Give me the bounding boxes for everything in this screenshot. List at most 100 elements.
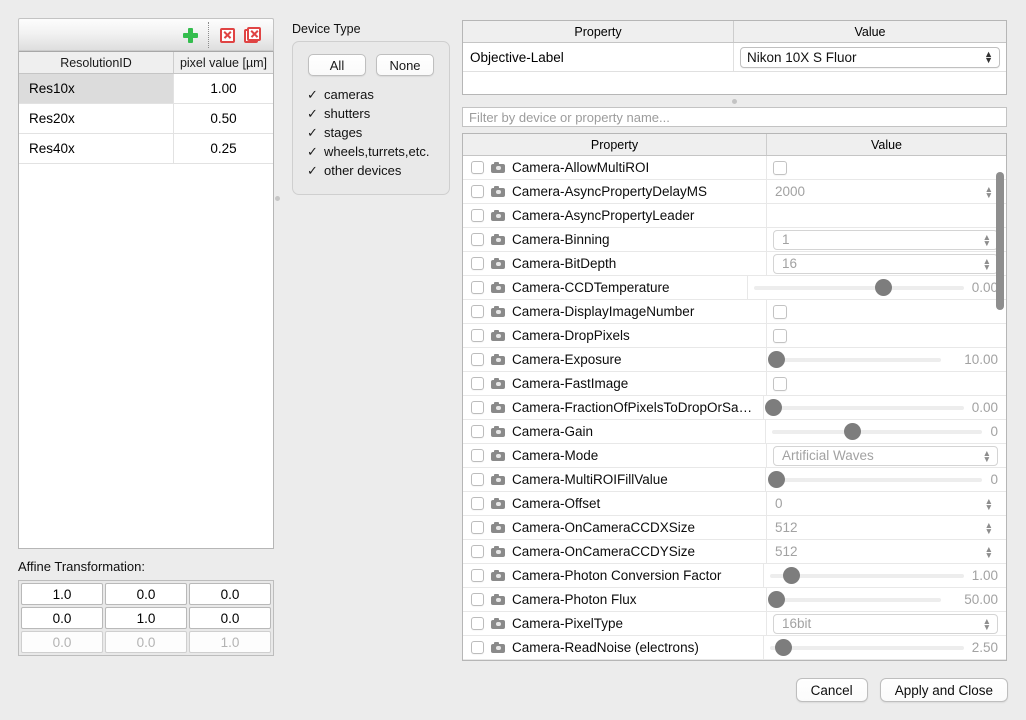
column-header-pixel-value[interactable]: pixel value [µm]	[174, 52, 273, 73]
table-row[interactable]: Camera-BitDepth 16 ▲ ▼	[463, 252, 1006, 276]
property-value-cell[interactable]	[767, 204, 1006, 227]
pixel-value-cell[interactable]: 0.50	[174, 104, 273, 133]
horizontal-splitter-handle[interactable]	[462, 95, 1007, 107]
table-row[interactable]: Camera-Gain 0	[463, 420, 1006, 444]
row-select-checkbox[interactable]	[471, 257, 484, 270]
table-row[interactable]: Camera-Photon Conversion Factor 1.00	[463, 564, 1006, 588]
table-row[interactable]: Camera-FastImage	[463, 372, 1006, 396]
slider-thumb[interactable]	[767, 591, 785, 608]
row-select-checkbox[interactable]	[471, 545, 484, 558]
value-combobox[interactable]: 1 ▲ ▼	[773, 229, 998, 250]
row-select-checkbox[interactable]	[471, 593, 484, 606]
slider-thumb[interactable]	[782, 567, 800, 584]
column-header-value[interactable]: Value	[734, 21, 1006, 42]
affine-cell-1-1[interactable]: 1.0	[105, 607, 187, 629]
table-row[interactable]: Camera-OnCameraCCDYSize 512 ▲ ▼	[463, 540, 1006, 564]
table-row[interactable]: Objective-Label Nikon 10X S Fluor ▲ ▼	[463, 43, 1006, 72]
slider-track[interactable]	[767, 351, 941, 368]
select-all-button[interactable]: All	[308, 54, 366, 76]
slider-track[interactable]	[769, 567, 964, 584]
table-row[interactable]: Camera-DisplayImageNumber	[463, 300, 1006, 324]
slider-thumb[interactable]	[774, 639, 792, 656]
table-row[interactable]: Camera-DropPixels	[463, 324, 1006, 348]
value-slider[interactable]: 0.00	[765, 399, 998, 416]
slider-thumb[interactable]	[767, 351, 785, 368]
add-resolution-button[interactable]	[177, 22, 203, 48]
delete-resolution-button[interactable]	[214, 22, 240, 48]
value-spinbox[interactable]: 0 ▲ ▼	[773, 494, 998, 514]
slider-track[interactable]	[753, 279, 964, 296]
affine-cell-1-0[interactable]: 0.0	[21, 607, 103, 629]
stepper-updown-icon[interactable]: ▲ ▼	[985, 184, 993, 199]
row-select-checkbox[interactable]	[471, 497, 484, 510]
table-row[interactable]: Camera-Offset 0 ▲ ▼	[463, 492, 1006, 516]
property-value-cell[interactable]: 0.00	[748, 276, 1006, 299]
slider-track[interactable]	[767, 591, 941, 608]
value-slider[interactable]: 50.00	[767, 591, 998, 608]
table-row[interactable]: Camera-CCDTemperature 0.00	[463, 276, 1006, 300]
row-select-checkbox[interactable]	[471, 401, 484, 414]
stepper-updown-icon[interactable]: ▲ ▼	[985, 496, 993, 511]
table-row[interactable]: Camera-AllowMultiROI	[463, 156, 1006, 180]
affine-cell-0-1[interactable]: 0.0	[105, 583, 187, 605]
resolution-id-cell[interactable]: Res20x	[19, 104, 174, 133]
slider-thumb[interactable]	[875, 279, 893, 296]
property-value-cell[interactable]: 50.00	[767, 588, 1006, 611]
table-row[interactable]: Camera-ReadNoise (electrons) 2.50	[463, 636, 1006, 660]
device-type-item-stages[interactable]: ✓ stages	[303, 123, 439, 142]
property-value-cell[interactable]: 10.00	[767, 348, 1006, 371]
property-value-cell[interactable]	[767, 372, 1006, 395]
resolution-table[interactable]: ResolutionID pixel value [µm] Res10x 1.0…	[18, 52, 274, 549]
value-slider[interactable]: 2.50	[769, 639, 998, 656]
slider-track[interactable]	[772, 423, 983, 440]
property-value-cell[interactable]: 0 ▲ ▼	[767, 492, 1006, 515]
row-select-checkbox[interactable]	[471, 521, 484, 534]
value-spinbox[interactable]: 2000 ▲ ▼	[773, 182, 998, 202]
slider-thumb[interactable]	[843, 423, 861, 440]
slider-track[interactable]	[765, 399, 964, 416]
property-value-cell[interactable]: 0	[766, 468, 1006, 491]
scrollbar-thumb[interactable]	[996, 172, 1004, 310]
property-value-cell[interactable]: 1 ▲ ▼	[767, 228, 1006, 251]
affine-cell-0-2[interactable]: 0.0	[189, 583, 271, 605]
value-checkbox[interactable]	[773, 160, 787, 175]
value-slider[interactable]: 1.00	[769, 567, 998, 584]
device-type-item-other-devices[interactable]: ✓ other devices	[303, 161, 439, 180]
table-row[interactable]: Camera-AsyncPropertyDelayMS 2000 ▲ ▼	[463, 180, 1006, 204]
affine-cell-0-0[interactable]: 1.0	[21, 583, 103, 605]
row-select-checkbox[interactable]	[471, 353, 484, 366]
row-select-checkbox[interactable]	[471, 329, 484, 342]
value-slider[interactable]: 0	[768, 471, 998, 488]
row-select-checkbox[interactable]	[471, 233, 484, 246]
slider-track[interactable]	[769, 639, 964, 656]
value-slider[interactable]: 10.00	[767, 351, 998, 368]
property-value-cell[interactable]: 512 ▲ ▼	[767, 516, 1006, 539]
row-select-checkbox[interactable]	[471, 209, 484, 222]
row-select-checkbox[interactable]	[471, 473, 484, 486]
row-select-checkbox[interactable]	[471, 569, 484, 582]
value-combobox[interactable]: 16 ▲ ▼	[773, 253, 998, 274]
value-spinbox[interactable]: 512 ▲ ▼	[773, 542, 998, 562]
stepper-updown-icon[interactable]: ▲ ▼	[985, 520, 993, 535]
property-value-cell[interactable]: 0	[766, 420, 1006, 443]
selected-properties-table[interactable]: Property Value Objective-Label Nikon 10X…	[462, 20, 1007, 95]
property-value-cell[interactable]: 512 ▲ ▼	[767, 540, 1006, 563]
resolution-id-cell[interactable]: Res40x	[19, 134, 174, 163]
row-select-checkbox[interactable]	[471, 617, 484, 630]
value-checkbox[interactable]	[773, 376, 787, 391]
property-table[interactable]: Property Value Camera-AllowMultiROI Camer…	[462, 133, 1007, 661]
value-text-field[interactable]	[773, 206, 998, 226]
pixel-value-cell[interactable]: 1.00	[174, 74, 273, 103]
vertical-splitter-handle[interactable]	[275, 196, 280, 201]
row-select-checkbox[interactable]	[471, 377, 484, 390]
table-row[interactable]: Camera-FractionOfPixelsToDropOrSa… 0.00	[463, 396, 1006, 420]
objective-label-combobox[interactable]: Nikon 10X S Fluor ▲ ▼	[740, 46, 1000, 68]
column-header-value[interactable]: Value	[767, 134, 1006, 155]
column-header-property[interactable]: Property	[463, 134, 767, 155]
device-type-item-wheels-turrets[interactable]: ✓ wheels,turrets,etc.	[303, 142, 439, 161]
row-select-checkbox[interactable]	[471, 161, 484, 174]
value-checkbox[interactable]	[773, 304, 787, 319]
cancel-button[interactable]: Cancel	[795, 678, 868, 702]
property-value-cell[interactable]: 0.00	[764, 396, 1006, 419]
property-value-cell[interactable]: Artificial Waves ▲ ▼	[767, 444, 1006, 467]
